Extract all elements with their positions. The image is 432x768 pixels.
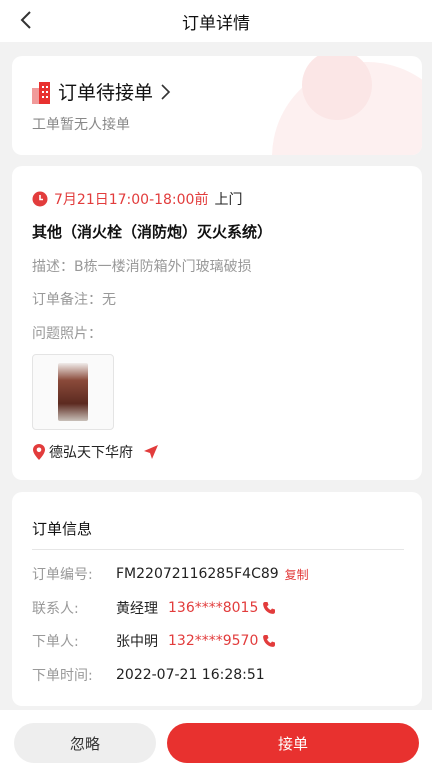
status-title: 订单待接单 xyxy=(58,82,154,104)
location-pin-icon xyxy=(33,444,45,460)
contact-phone[interactable]: 136****8015 xyxy=(168,600,258,616)
photo-label: 问题照片： xyxy=(32,326,102,342)
chevron-right-icon xyxy=(161,83,171,100)
clock-icon xyxy=(32,191,48,207)
order-number-label: 订单编号: xyxy=(32,567,93,583)
order-number-row: 订单编号: FM22072116285F4C89 复制 xyxy=(32,564,309,584)
phone-icon[interactable] xyxy=(262,601,276,615)
order-number-value: FM22072116285F4C89 xyxy=(116,566,279,582)
status-card[interactable]: 订单待接单 工单暂无人接单 xyxy=(12,56,422,155)
photo-image xyxy=(58,363,88,421)
status-row[interactable]: 订单待接单 xyxy=(30,78,171,105)
navbar: 订单详情 xyxy=(0,0,432,42)
order-time-row: 下单时间: 2022-07-21 16:28:51 xyxy=(32,665,265,685)
appointment-row: 7月21日17:00-18:00前 上门 xyxy=(32,189,242,209)
order-detail-card: 7月21日17:00-18:00前 上门 其他（消火栓（消防炮）灭火系统） 描述… xyxy=(12,166,422,480)
service-title: 其他（消火栓（消防炮）灭火系统） xyxy=(32,223,273,241)
navigation-arrow-icon[interactable] xyxy=(143,444,159,460)
phone-icon[interactable] xyxy=(262,634,276,648)
orderer-row: 下单人: 张中明 132****9570 xyxy=(32,631,276,651)
accept-order-button[interactable]: 接单 xyxy=(167,723,419,763)
orderer-label: 下单人: xyxy=(32,634,79,650)
order-remark: 订单备注：无 xyxy=(32,292,116,308)
ignore-button[interactable]: 忽略 xyxy=(14,723,156,763)
appointment-time: 7月21日17:00-18:00前 xyxy=(54,192,209,208)
service-description: 描述：B栋一楼消防箱外门玻璃破损 xyxy=(32,259,252,275)
location-name: 德弘天下华府 xyxy=(49,445,133,461)
status-subtitle: 工单暂无人接单 xyxy=(32,117,130,133)
order-info-title: 订单信息 xyxy=(32,520,93,538)
order-time-label: 下单时间: xyxy=(32,668,93,684)
page-title: 订单详情 xyxy=(182,13,250,34)
copy-button[interactable]: 复制 xyxy=(285,566,309,583)
building-icon xyxy=(32,81,50,104)
order-info-card: 订单信息 订单编号: FM22072116285F4C89 复制 联系人: 黄经… xyxy=(12,492,422,706)
back-arrow-icon[interactable] xyxy=(14,8,38,32)
contact-name: 黄经理 xyxy=(116,601,158,617)
orderer-name: 张中明 xyxy=(116,634,158,650)
bottom-action-bar: 忽略 接单 xyxy=(0,710,432,768)
problem-photo[interactable] xyxy=(32,354,114,430)
location-row[interactable]: 德弘天下华府 xyxy=(32,442,159,462)
divider xyxy=(32,549,404,550)
contact-label: 联系人: xyxy=(32,601,79,617)
order-time-value: 2022-07-21 16:28:51 xyxy=(116,667,265,683)
contact-row: 联系人: 黄经理 136****8015 xyxy=(32,598,276,618)
appointment-type: 上门 xyxy=(214,192,243,208)
orderer-phone[interactable]: 132****9570 xyxy=(168,633,258,649)
